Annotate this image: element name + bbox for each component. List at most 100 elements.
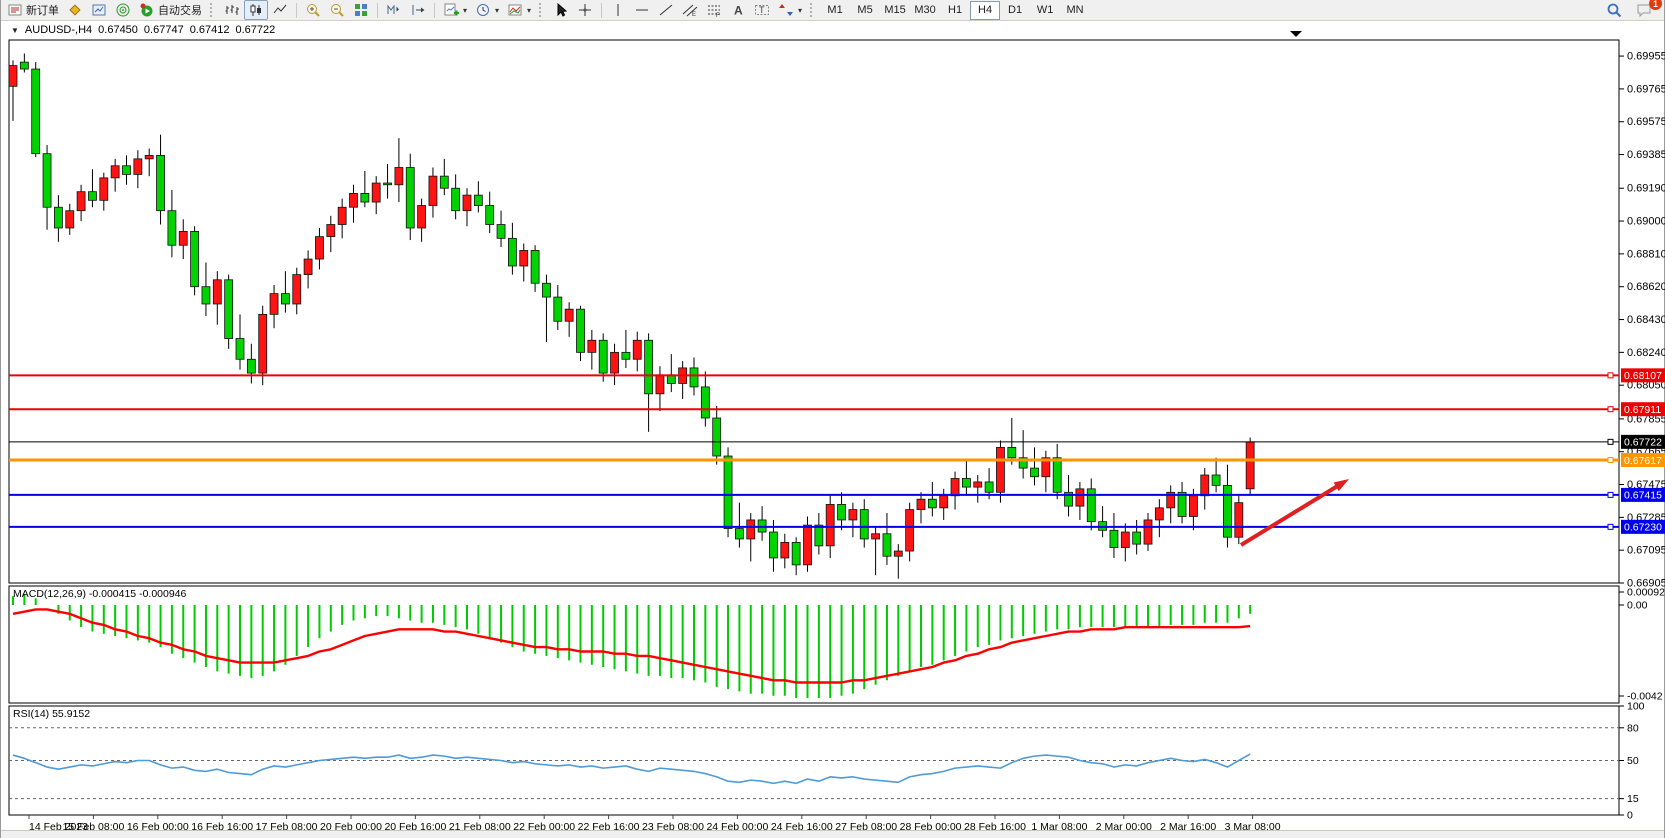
navigator-button[interactable] — [111, 0, 135, 20]
timeframe-h1-button[interactable]: H1 — [940, 1, 970, 20]
candle-body — [940, 496, 948, 508]
pivot-line-handle[interactable] — [1608, 457, 1613, 462]
candle-body — [418, 206, 426, 228]
bar-chart-button[interactable] — [220, 0, 244, 20]
horizontal-line-button[interactable] — [630, 0, 654, 20]
zoom-out-button[interactable] — [325, 0, 349, 20]
trendline-button[interactable] — [654, 0, 678, 20]
candle-body — [645, 340, 653, 394]
dropdown-arrow-icon[interactable]: ▾ — [463, 6, 467, 15]
candle-body — [1189, 496, 1197, 517]
chart-menu-caret-icon[interactable]: ▼ — [11, 26, 19, 35]
new-order-button[interactable]: 新订单 — [3, 0, 63, 20]
candle-body — [202, 287, 210, 304]
candle-body — [1223, 485, 1231, 537]
candle-body — [577, 309, 585, 352]
dropdown-arrow-icon[interactable]: ▾ — [495, 6, 499, 15]
candle-body — [1121, 532, 1129, 548]
chart-canvas[interactable]: 0.699550.697650.695750.693850.691900.690… — [1, 0, 1665, 838]
tile-windows-button[interactable] — [349, 0, 373, 20]
current-price-line-handle[interactable] — [1608, 439, 1613, 444]
candle-body — [815, 525, 823, 546]
macd-axis-label: 0.00 — [1627, 600, 1648, 612]
chart-shift-marker-icon[interactable] — [1290, 31, 1302, 37]
candle-body — [474, 195, 482, 205]
candle-body — [622, 352, 630, 359]
svg-text:E: E — [692, 12, 696, 18]
text-button[interactable]: A — [726, 0, 750, 20]
main-chart-panel[interactable] — [9, 40, 1619, 583]
candle-body — [508, 238, 516, 266]
candle-body — [123, 166, 131, 175]
candle-body — [247, 359, 255, 373]
notification-badge: 1 — [1649, 0, 1662, 10]
toolbar-grip — [210, 3, 215, 17]
dropdown-arrow-icon[interactable]: ▾ — [798, 6, 802, 15]
cursor-button[interactable] — [549, 0, 573, 20]
new-order-icon — [7, 2, 23, 18]
resistance-line-1-handle[interactable] — [1608, 373, 1613, 378]
rsi-axis-label: 15 — [1627, 793, 1639, 805]
line-chart-button[interactable] — [268, 0, 292, 20]
vertical-line-button[interactable] — [606, 0, 630, 20]
resistance-line-1-price-label: 0.68107 — [1624, 370, 1662, 382]
candle-body — [1076, 489, 1084, 506]
candle-body — [77, 192, 85, 211]
arrows-button[interactable]: ▾ — [774, 0, 806, 20]
current-price-line-price-label: 0.67722 — [1624, 437, 1662, 449]
candle-body — [985, 482, 993, 492]
price-axis-tick-label: 0.68430 — [1627, 314, 1665, 326]
candle-body — [338, 207, 346, 224]
rsi-axis-label: 80 — [1627, 722, 1639, 734]
timeframe-m15-button[interactable]: M15 — [880, 1, 910, 20]
search-button[interactable] — [1602, 0, 1626, 20]
chart-shift-button[interactable] — [406, 0, 430, 20]
support-line-1-handle[interactable] — [1608, 492, 1613, 497]
fibonacci-button[interactable]: F — [702, 0, 726, 20]
resistance-line-2-handle[interactable] — [1608, 407, 1613, 412]
text-label-icon: T — [754, 2, 770, 18]
auto-scroll-button[interactable] — [382, 0, 406, 20]
candle-body — [1212, 475, 1220, 485]
toolbar-separator — [434, 3, 435, 18]
template-icon — [507, 2, 523, 18]
crosshair-button[interactable] — [573, 0, 597, 20]
text-label-button[interactable]: T — [750, 0, 774, 20]
chart-window-icon — [91, 2, 107, 18]
channel-icon: E — [682, 2, 698, 18]
timeframe-mn-button[interactable]: MN — [1060, 1, 1090, 20]
auto-trading-button[interactable]: 自动交易 — [135, 0, 206, 20]
dropdown-arrow-icon[interactable]: ▾ — [527, 6, 531, 15]
auto-trading-label: 自动交易 — [158, 2, 202, 18]
svg-text:A: A — [734, 4, 743, 18]
timeframe-m1-button[interactable]: M1 — [820, 1, 850, 20]
shift-icon — [410, 2, 426, 18]
candle-body — [951, 478, 959, 495]
candle-body — [236, 339, 244, 360]
periods-button[interactable]: ▾ — [471, 0, 503, 20]
price-axis-tick-label: 0.69955 — [1627, 51, 1665, 63]
templates-button[interactable]: ▾ — [503, 0, 535, 20]
timeframe-m30-button[interactable]: M30 — [910, 1, 940, 20]
timeframe-m5-button[interactable]: M5 — [850, 1, 880, 20]
candle-body — [769, 532, 777, 558]
candle-body — [497, 225, 505, 239]
notifications-button[interactable]: 1 — [1632, 0, 1656, 20]
candle-body — [463, 195, 471, 211]
timeframe-d1-button[interactable]: D1 — [1000, 1, 1030, 20]
candle-body — [361, 193, 369, 202]
timeframe-h4-button[interactable]: H4 — [970, 1, 1000, 20]
data-window-button[interactable] — [87, 0, 111, 20]
zoom-in-button[interactable] — [301, 0, 325, 20]
toolbar-separator — [377, 3, 378, 18]
new-chart-button[interactable]: ▾ — [439, 0, 471, 20]
market-watch-button[interactable] — [63, 0, 87, 20]
candlestick-chart-button[interactable] — [244, 0, 268, 20]
candle-body — [713, 418, 721, 456]
timeframe-w1-button[interactable]: W1 — [1030, 1, 1060, 20]
candle-body — [293, 275, 301, 304]
macd-axis-label: 0.000925 — [1627, 587, 1665, 599]
equidistant-channel-button[interactable]: E — [678, 0, 702, 20]
chart-high-value: 0.67747 — [144, 24, 184, 36]
support-line-2-handle[interactable] — [1608, 524, 1613, 529]
